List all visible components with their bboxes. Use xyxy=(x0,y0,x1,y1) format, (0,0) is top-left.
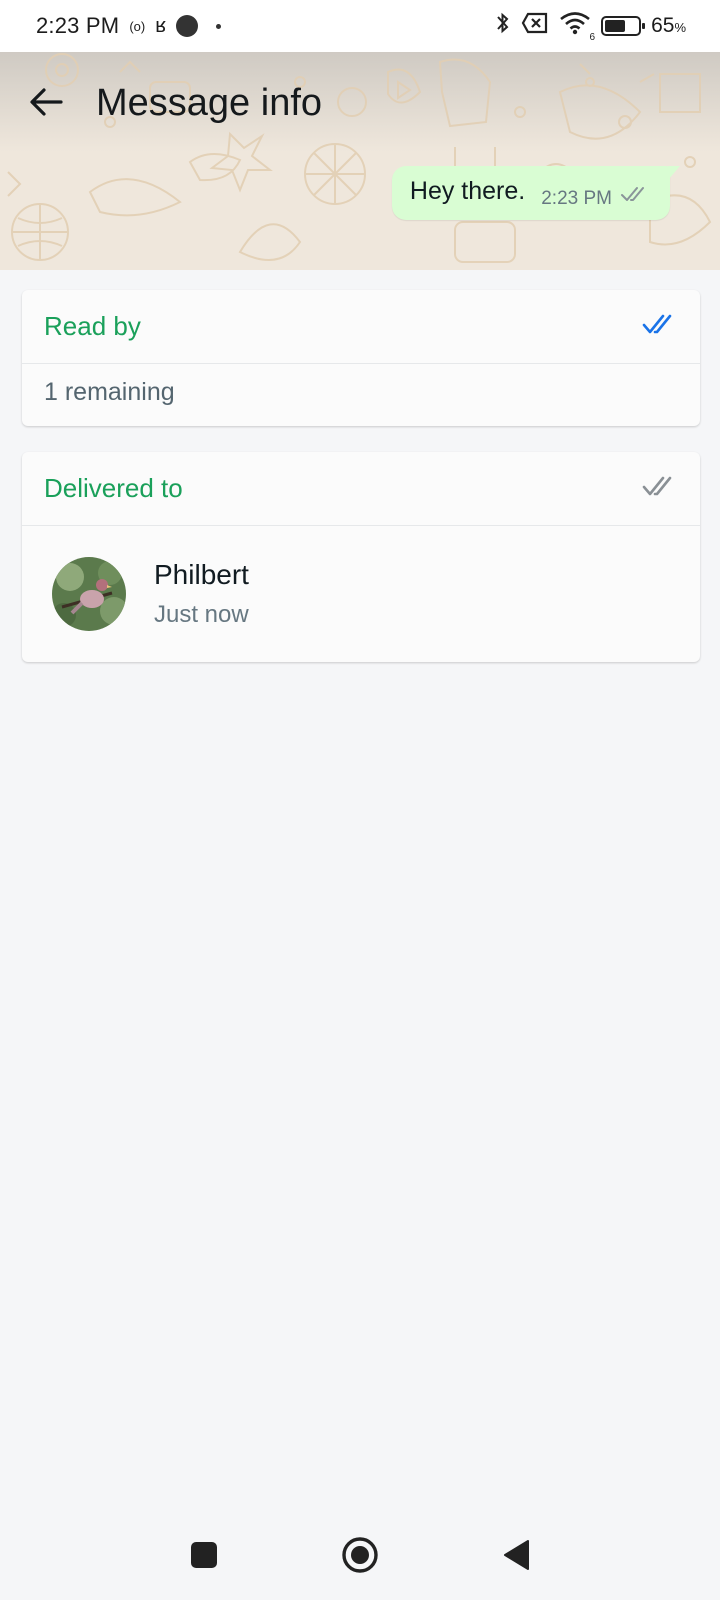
status-right: 6 65% xyxy=(495,11,686,43)
message-text: Hey there. xyxy=(409,177,526,205)
wifi-badge: 6 xyxy=(589,32,596,43)
extra-status-glyph: ʁ xyxy=(155,14,167,37)
contact-time: Just now xyxy=(154,601,249,628)
recording-dot-icon xyxy=(176,15,199,37)
contact-name: Philbert xyxy=(154,559,249,590)
header: Message info Hey there. 2:23 PM xyxy=(0,52,720,270)
battery-icon xyxy=(601,16,646,36)
recents-button[interactable] xyxy=(179,1530,229,1580)
read-by-card: Read by 1 remaining xyxy=(22,290,700,426)
message-time: 2:23 PM xyxy=(541,188,612,209)
bluetooth-icon xyxy=(495,11,511,41)
triangle-back-icon xyxy=(504,1540,529,1570)
delivered-to-card: Delivered to Philbert Just now xyxy=(22,452,700,662)
contact-row[interactable]: Philbert Just now xyxy=(22,526,700,662)
delivered-to-title: Delivered to xyxy=(44,473,183,503)
read-by-header: Read by xyxy=(22,290,700,364)
home-button[interactable] xyxy=(335,1530,385,1580)
nav-back-button[interactable] xyxy=(491,1530,541,1580)
avatar[interactable] xyxy=(52,557,126,631)
square-icon xyxy=(191,1542,217,1568)
message-bubble[interactable]: Hey there. 2:23 PM xyxy=(391,166,681,220)
page-title: Message info xyxy=(96,82,323,124)
navigation-bar xyxy=(0,1510,720,1600)
battery-percent-sign: % xyxy=(674,20,686,35)
back-button[interactable] xyxy=(22,78,70,126)
status-bar: 2:23 PM (o) ʁ 6 65% xyxy=(0,0,720,52)
contact-info: Philbert Just now xyxy=(154,559,249,629)
wifi-icon: 6 xyxy=(559,11,595,43)
delivered-to-header: Delivered to xyxy=(22,452,700,526)
status-time: 2:23 PM xyxy=(36,13,120,38)
battery-percent: 65% xyxy=(651,14,686,38)
read-by-title: Read by xyxy=(44,311,141,341)
battery-percent-value: 65 xyxy=(651,14,675,37)
no-sim-icon xyxy=(521,12,549,40)
screen: 2:23 PM (o) ʁ 6 65% Message info Hey the… xyxy=(0,0,720,1600)
status-left: 2:23 PM (o) ʁ xyxy=(36,13,222,39)
radio-indicator: (o) xyxy=(129,18,146,34)
circle-icon xyxy=(342,1537,378,1573)
battery-fill xyxy=(605,20,626,32)
read-by-remaining: 1 remaining xyxy=(44,378,175,406)
read-double-check-icon xyxy=(642,313,676,340)
double-check-icon xyxy=(620,185,648,208)
arrow-left-icon xyxy=(30,88,63,116)
notification-dot-icon xyxy=(216,23,222,29)
delivered-double-check-icon xyxy=(642,475,676,502)
